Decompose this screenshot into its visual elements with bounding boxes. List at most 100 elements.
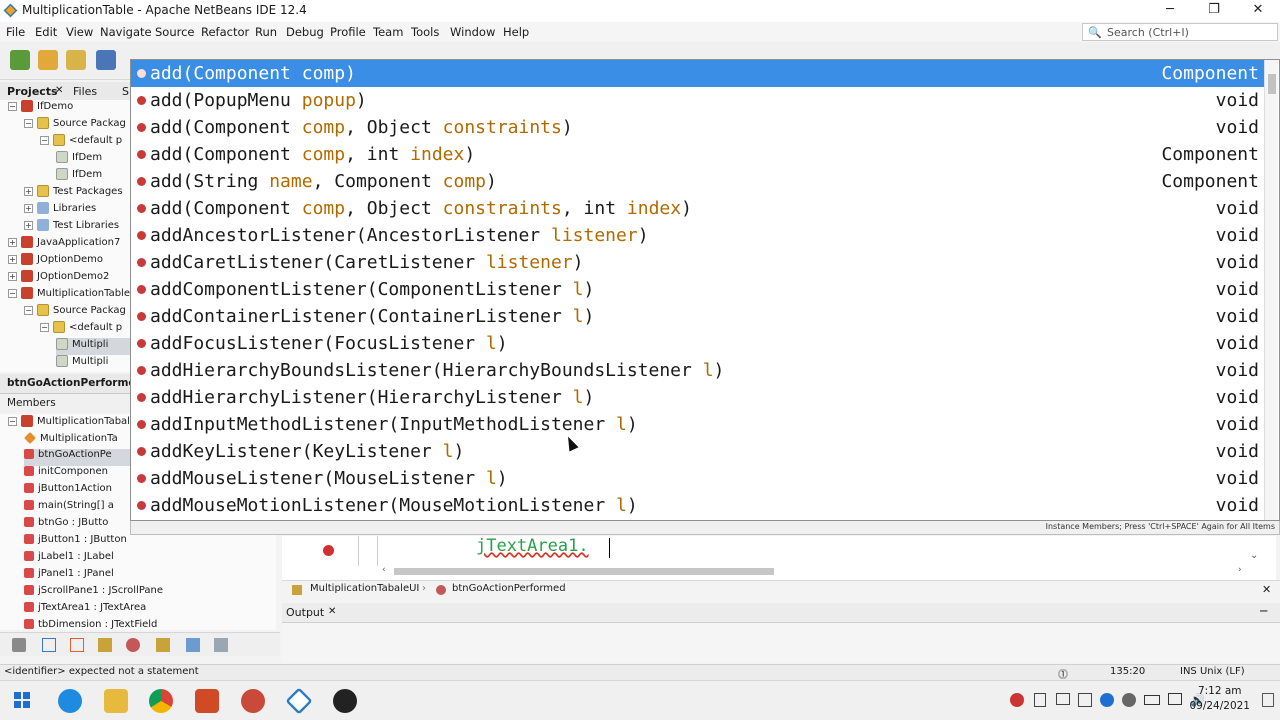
tab-files[interactable]: Files: [73, 85, 97, 98]
completion-item[interactable]: add(Component comp) Component: [131, 60, 1267, 87]
lock-icon[interactable]: [98, 638, 112, 652]
tab-services[interactable]: S: [122, 85, 129, 98]
completion-item[interactable]: add(String name, Component comp) Componen…: [131, 168, 1267, 195]
expand-icon[interactable]: +: [8, 254, 17, 264]
tree-item[interactable]: Multipli: [56, 338, 130, 355]
tree-item[interactable]: + Test Packages: [24, 185, 130, 202]
expand-icon[interactable]: +: [24, 186, 33, 196]
expand-icon[interactable]: +: [8, 237, 17, 247]
completion-item[interactable]: addComponentListener(ComponentListener l…: [131, 276, 1267, 303]
tree-item[interactable]: jLabel1 : JLabel: [24, 551, 276, 568]
tray-clipboard-icon[interactable]: [1034, 693, 1046, 707]
menu-help[interactable]: Help: [503, 25, 529, 39]
tree-item[interactable]: − MultiplicationTable: [8, 287, 130, 304]
tray-window-icon[interactable]: [1078, 693, 1092, 707]
completion-item[interactable]: addMouseListener(MouseListener l) void: [131, 465, 1267, 492]
tree-item[interactable]: − Source Packag: [24, 117, 130, 134]
windows-start-icon[interactable]: [14, 692, 30, 708]
collapse-icon[interactable]: −: [8, 288, 17, 298]
bluetooth-icon[interactable]: [1100, 693, 1114, 707]
filter-icon[interactable]: [12, 638, 26, 652]
close-window-button[interactable]: ✕: [1236, 0, 1280, 22]
close-icon[interactable]: ✕: [55, 85, 63, 96]
completion-item[interactable]: addHierarchyBoundsListener(HierarchyBoun…: [131, 357, 1267, 384]
collapse-icon[interactable]: −: [24, 305, 33, 315]
menu-source[interactable]: Source: [155, 25, 195, 39]
tree-item[interactable]: jButton1 : JButton: [24, 534, 276, 551]
tray-screen-icon[interactable]: [1056, 693, 1070, 705]
chevron-down-icon[interactable]: ⌄: [1250, 550, 1258, 561]
collapse-icon[interactable]: −: [40, 135, 49, 145]
menu-window[interactable]: Window: [450, 25, 495, 39]
new-file-icon[interactable]: [10, 50, 30, 70]
completion-item[interactable]: add(PopupMenu popup) void: [131, 87, 1267, 114]
notifications-center-icon[interactable]: [1262, 693, 1274, 707]
recorder-icon[interactable]: [241, 689, 265, 713]
tree-item[interactable]: + JOptionDemo: [8, 253, 130, 270]
powerpoint-icon[interactable]: [195, 689, 219, 713]
menu-profile[interactable]: Profile: [330, 25, 366, 39]
inherited-icon[interactable]: [126, 638, 140, 652]
sort-alpha-icon[interactable]: [186, 638, 200, 652]
tree-item[interactable]: + Libraries: [24, 202, 130, 219]
edge-browser-icon[interactable]: [58, 689, 82, 713]
tree-item[interactable]: + JOptionDemo2: [8, 270, 130, 287]
tray-app-icon[interactable]: [1010, 693, 1024, 707]
completion-item[interactable]: addInputMethodListener(InputMethodListen…: [131, 411, 1267, 438]
tree-item[interactable]: IfDem: [56, 168, 130, 185]
tree-item[interactable]: − IfDemo: [8, 100, 130, 117]
breadcrumb-class[interactable]: MultiplicationTabaleUI: [310, 583, 419, 594]
completion-item[interactable]: addKeyListener(KeyListener l) void: [131, 438, 1267, 465]
tree-item[interactable]: tbDimension : JTextField: [24, 619, 276, 630]
scroll-thumb[interactable]: [1268, 74, 1276, 94]
fields-icon[interactable]: [42, 638, 56, 652]
tree-item[interactable]: − <default p: [40, 134, 130, 151]
file-explorer-icon[interactable]: [104, 689, 128, 713]
completion-item[interactable]: add(Component comp, int index) Component: [131, 141, 1267, 168]
tree-item[interactable]: jTextArea1 : JTextArea: [24, 602, 276, 619]
tree-item[interactable]: − <default p: [40, 321, 130, 338]
network-icon[interactable]: [1168, 693, 1182, 705]
completion-item[interactable]: add(Component comp, Object constraints) v…: [131, 114, 1267, 141]
netbeans-taskbar-icon[interactable]: [285, 687, 313, 715]
static-icon[interactable]: [70, 638, 84, 652]
system-clock[interactable]: 7:12 am 09/24/2021: [1189, 684, 1250, 714]
open-project-icon[interactable]: [66, 50, 86, 70]
completion-item[interactable]: addHierarchyListener(HierarchyListener l…: [131, 384, 1267, 411]
expand-icon[interactable]: +: [24, 203, 33, 213]
menu-tools[interactable]: Tools: [411, 25, 439, 39]
error-icon[interactable]: [323, 545, 334, 556]
close-icon[interactable]: ✕: [328, 606, 336, 617]
tree-item[interactable]: jPanel1 : JPanel: [24, 568, 276, 585]
scroll-right-icon[interactable]: ›: [1238, 565, 1242, 575]
save-all-icon[interactable]: [96, 50, 116, 70]
editor-horizontal-scrollbar[interactable]: ‹ ›: [382, 565, 1248, 577]
collapse-icon[interactable]: −: [8, 101, 17, 111]
minimize-icon[interactable]: ─: [1260, 604, 1267, 618]
scroll-left-icon[interactable]: ‹: [382, 565, 386, 575]
completion-item[interactable]: add(Component comp, Object constraints, …: [131, 195, 1267, 222]
menu-navigate[interactable]: Navigate: [100, 25, 152, 39]
collapse-icon[interactable]: −: [8, 416, 17, 426]
sort-source-icon[interactable]: [214, 638, 228, 652]
expand-icon[interactable]: +: [24, 220, 33, 230]
tree-item[interactable]: − Source Packag: [24, 304, 130, 321]
sort-icon[interactable]: [156, 638, 170, 652]
completion-item[interactable]: addMouseMotionListener(MouseMotionListen…: [131, 492, 1267, 519]
menu-team[interactable]: Team: [373, 25, 403, 39]
minimize-button[interactable]: ─: [1148, 0, 1192, 22]
menu-refactor[interactable]: Refactor: [201, 25, 249, 39]
battery-icon[interactable]: [1144, 695, 1160, 705]
new-project-icon[interactable]: [38, 50, 58, 70]
tree-item[interactable]: Multipli: [56, 355, 130, 372]
completion-item[interactable]: addFocusListener(FocusListener l) void: [131, 330, 1267, 357]
restore-button[interactable]: ❐: [1192, 0, 1236, 22]
completion-item[interactable]: addContainerListener(ContainerListener l…: [131, 303, 1267, 330]
close-icon[interactable]: ✕: [1262, 583, 1271, 596]
collapse-icon[interactable]: −: [40, 322, 49, 332]
completion-item[interactable]: addAncestorListener(AncestorListener lis…: [131, 222, 1267, 249]
github-icon[interactable]: [333, 689, 357, 713]
tree-item[interactable]: + JavaApplication7: [8, 236, 130, 253]
chrome-icon[interactable]: [149, 689, 173, 713]
expand-icon[interactable]: +: [8, 271, 17, 281]
